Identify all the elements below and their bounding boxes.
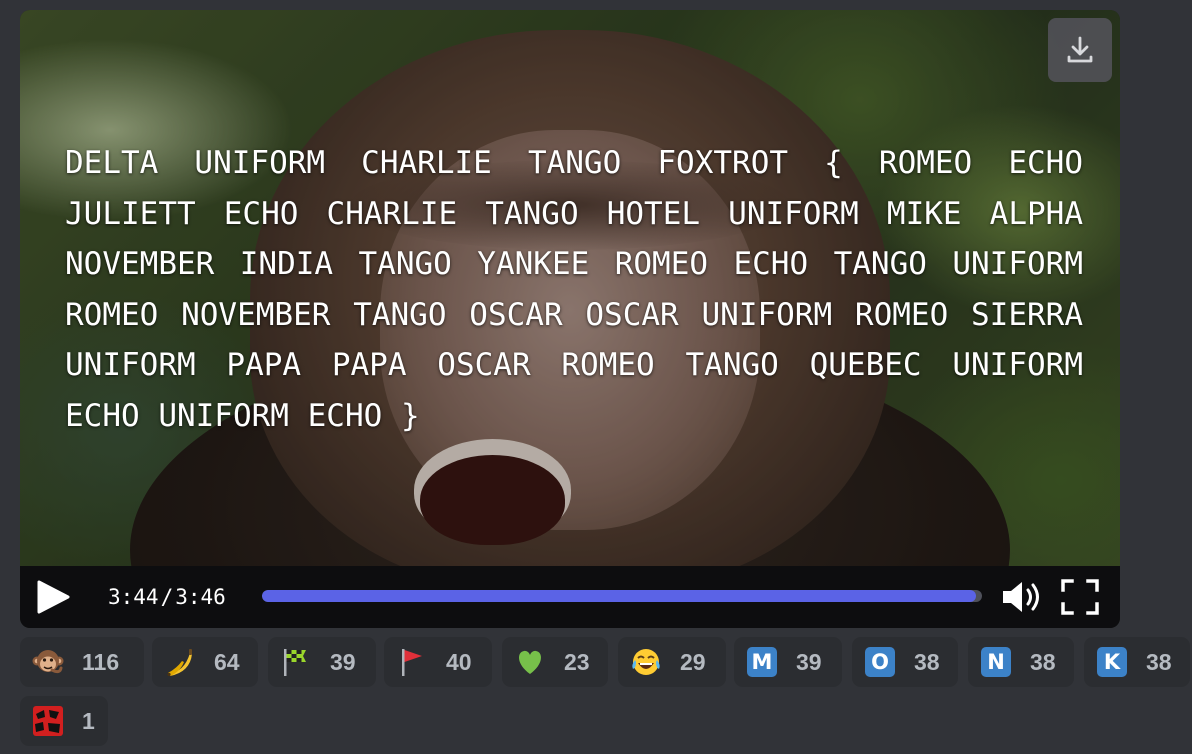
- letter-m-icon: M: [746, 646, 778, 678]
- monkey-icon: [32, 646, 64, 678]
- reaction-count: 29: [680, 648, 706, 675]
- reaction-green-heart[interactable]: 23: [502, 637, 608, 687]
- video-player[interactable]: DELTA UNIFORM CHARLIE TANGO FOXTROT { RO…: [20, 10, 1120, 628]
- reaction-count: 1: [82, 707, 95, 734]
- red-custom-emoji-icon: [32, 705, 64, 737]
- reaction-chequered-flag[interactable]: 39: [268, 637, 376, 687]
- reaction-red-flag[interactable]: 40: [384, 637, 492, 687]
- reaction-count: 38: [1146, 648, 1172, 675]
- time-display: 3:44/3:46: [108, 585, 226, 609]
- red-flag-icon: [396, 646, 428, 678]
- seek-bar[interactable]: [262, 590, 982, 602]
- duration: 3:46: [175, 585, 226, 609]
- reaction-count: 116: [82, 648, 120, 675]
- reaction-count: 38: [914, 648, 940, 675]
- current-time: 3:44: [108, 585, 159, 609]
- reaction-count: 38: [1030, 648, 1056, 675]
- reaction-letter-k[interactable]: K 38: [1084, 637, 1190, 687]
- reaction-joy[interactable]: 29: [618, 637, 726, 687]
- letter-n-icon: N: [980, 646, 1012, 678]
- fullscreen-icon[interactable]: [1060, 578, 1100, 616]
- reaction-letter-n[interactable]: N 38: [968, 637, 1074, 687]
- chequered-flag-icon: [280, 646, 312, 678]
- download-icon: [1067, 36, 1093, 63]
- reaction-letter-m[interactable]: M 39: [734, 637, 842, 687]
- video-controls: 3:44/3:46: [20, 566, 1120, 628]
- download-button[interactable]: [1048, 18, 1112, 82]
- time-separator: /: [160, 585, 174, 609]
- play-icon[interactable]: [34, 580, 72, 614]
- letter-o-icon: O: [864, 646, 896, 678]
- reaction-custom[interactable]: 1: [20, 696, 108, 746]
- volume-icon[interactable]: [1000, 579, 1044, 615]
- green-heart-icon: [514, 646, 546, 678]
- seek-bar-fill: [262, 590, 976, 602]
- reaction-banana[interactable]: 64: [152, 637, 258, 687]
- reaction-count: 64: [214, 648, 240, 675]
- reaction-count: 40: [446, 648, 472, 675]
- reaction-count: 23: [564, 648, 590, 675]
- reaction-monkey[interactable]: 116: [20, 637, 144, 687]
- video-frame[interactable]: DELTA UNIFORM CHARLIE TANGO FOXTROT { RO…: [20, 10, 1120, 566]
- banana-icon: [164, 646, 196, 678]
- reaction-count: 39: [330, 648, 356, 675]
- reaction-letter-o[interactable]: O 38: [852, 637, 958, 687]
- video-overlay-text: DELTA UNIFORM CHARLIE TANGO FOXTROT { RO…: [65, 145, 1083, 434]
- joy-icon: [630, 646, 662, 678]
- letter-k-icon: K: [1096, 646, 1128, 678]
- reaction-count: 39: [796, 648, 822, 675]
